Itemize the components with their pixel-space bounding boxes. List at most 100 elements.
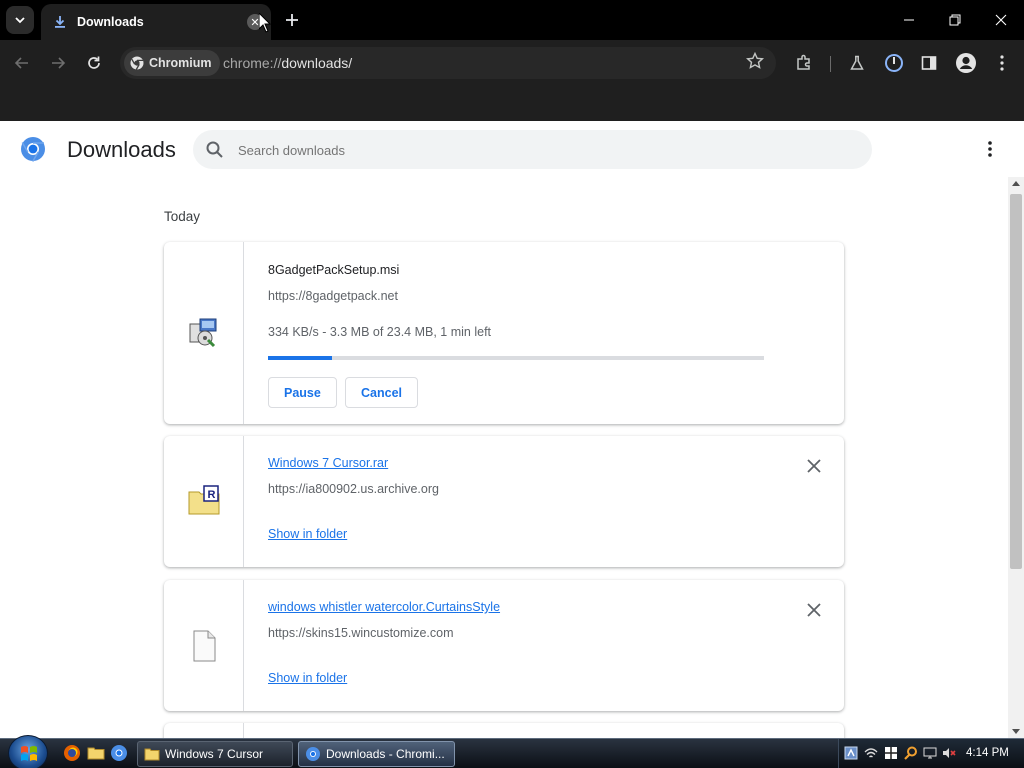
file-icon-column: R xyxy=(164,436,244,567)
search-input[interactable] xyxy=(238,140,838,160)
file-name-link[interactable]: Windows 7 Cursor.rar xyxy=(268,456,388,470)
firefox-icon[interactable] xyxy=(63,744,81,762)
downloads-header: Downloads xyxy=(0,121,1024,177)
svg-text:R: R xyxy=(208,489,216,501)
browser-toolbar: Chromium chrome://downloads/ xyxy=(0,40,1024,86)
page-scrollbar[interactable] xyxy=(1008,177,1024,738)
chromium-icon[interactable] xyxy=(110,744,128,762)
close-icon xyxy=(995,14,1007,26)
avatar-icon xyxy=(956,53,976,73)
chevron-down-icon xyxy=(15,17,25,24)
file-icon-column xyxy=(164,242,244,424)
windows-logo-icon xyxy=(21,746,37,761)
new-tab-button[interactable] xyxy=(280,8,304,32)
download-progress-fill xyxy=(268,356,333,360)
scrollbar-thumb[interactable] xyxy=(1010,194,1022,569)
extensions-button[interactable] xyxy=(792,51,816,75)
address-bar[interactable]: Chromium chrome://downloads/ xyxy=(120,47,776,79)
file-icon-column xyxy=(164,580,244,711)
download-item: 8GadgetPackSetup.msi https://8gadgetpack… xyxy=(164,242,844,424)
page-title: Downloads xyxy=(67,137,176,162)
url-text[interactable]: chrome://downloads/ xyxy=(223,55,352,71)
side-panel-icon xyxy=(921,56,937,70)
minimize-button[interactable] xyxy=(886,0,932,40)
taskbar-item-label: Windows 7 Cursor xyxy=(165,747,264,761)
remove-item-close-icon[interactable] xyxy=(806,602,822,618)
installer-file-icon xyxy=(189,318,217,348)
restore-icon xyxy=(949,14,961,26)
kebab-menu-icon xyxy=(1000,55,1004,71)
download-progress-bar xyxy=(268,356,764,360)
tab-search-button[interactable] xyxy=(6,6,34,34)
file-name-link[interactable]: windows whistler watercolor.CurtainsStyl… xyxy=(268,600,500,614)
site-info-chip[interactable]: Chromium xyxy=(124,50,220,76)
tab-strip: Downloads ✕ xyxy=(0,0,1024,40)
folder-icon xyxy=(144,748,160,761)
cancel-button[interactable]: Cancel xyxy=(345,377,418,408)
tray-app-icon[interactable] xyxy=(844,746,858,760)
chromium-logo-icon xyxy=(130,56,144,70)
show-in-folder-link[interactable]: Show in folder xyxy=(268,671,347,685)
download-icon xyxy=(53,15,67,29)
profile-button[interactable] xyxy=(954,51,978,75)
bookmark-bar xyxy=(0,86,1024,121)
taskbar-item-explorer[interactable]: Windows 7 Cursor xyxy=(137,741,293,767)
close-window-button[interactable] xyxy=(978,0,1024,40)
show-in-folder-link[interactable]: Show in folder xyxy=(268,527,347,541)
more-actions-button[interactable] xyxy=(980,137,1000,161)
network-icon[interactable] xyxy=(864,746,878,760)
arrow-right-icon xyxy=(52,57,66,69)
volume-muted-icon[interactable] xyxy=(942,746,956,760)
arrow-left-icon xyxy=(14,57,28,69)
download-item: R Windows 7 Cursor.rar https://ia800902.… xyxy=(164,436,844,567)
site-chip-label: Chromium xyxy=(149,56,212,70)
file-source-url[interactable]: https://ia800902.us.archive.org xyxy=(268,482,439,496)
tab-downloads[interactable]: Downloads ✕ xyxy=(41,4,271,40)
rar-archive-icon: R xyxy=(188,485,220,515)
monitor-icon[interactable] xyxy=(923,746,937,760)
taskbar-item-label: Downloads - Chromi... xyxy=(326,747,445,761)
back-button[interactable] xyxy=(10,51,34,75)
remove-item-close-icon[interactable] xyxy=(806,458,822,474)
restore-button[interactable] xyxy=(932,0,978,40)
reload-icon xyxy=(88,56,100,69)
toolbar-divider xyxy=(830,56,831,72)
pause-button[interactable]: Pause xyxy=(268,377,337,408)
start-button[interactable] xyxy=(8,735,48,768)
reload-button[interactable] xyxy=(82,51,106,75)
chromium-icon xyxy=(306,747,320,761)
minimize-icon xyxy=(904,19,914,21)
generic-file-icon xyxy=(193,630,216,662)
kebab-menu-icon xyxy=(988,141,992,157)
scroll-up-arrow-icon[interactable] xyxy=(1012,181,1020,186)
search-box[interactable] xyxy=(193,130,872,169)
extension-badge-icon xyxy=(885,54,903,72)
mouse-cursor-icon xyxy=(259,13,271,33)
extension-button[interactable] xyxy=(882,51,906,75)
file-source-url[interactable]: https://skins15.wincustomize.com xyxy=(268,626,454,640)
flask-icon xyxy=(850,55,864,70)
download-item: windows whistler watercolor.CurtainsStyl… xyxy=(164,580,844,711)
system-tray: 4:14 PM xyxy=(838,739,1024,768)
labs-button[interactable] xyxy=(845,51,869,75)
security-center-icon[interactable] xyxy=(884,746,898,760)
download-status: 334 KB/s - 3.3 MB of 23.4 MB, 1 min left xyxy=(268,325,492,339)
puzzle-icon xyxy=(797,54,810,70)
plus-icon xyxy=(286,14,298,26)
date-heading: Today xyxy=(164,209,201,224)
browser-menu-button[interactable] xyxy=(990,51,1014,75)
side-panel-button[interactable] xyxy=(917,51,941,75)
tab-title: Downloads xyxy=(77,15,144,29)
taskbar-clock[interactable]: 4:14 PM xyxy=(966,747,1009,759)
forward-button[interactable] xyxy=(46,51,70,75)
folder-icon[interactable] xyxy=(87,744,105,762)
file-name: 8GadgetPackSetup.msi xyxy=(268,263,400,277)
chromium-logo-icon xyxy=(21,137,45,162)
bookmark-star-icon[interactable] xyxy=(745,51,765,75)
taskbar-item-chromium[interactable]: Downloads - Chromi... xyxy=(298,741,455,767)
file-source-url[interactable]: https://8gadgetpack.net xyxy=(268,289,398,303)
search-tray-icon[interactable] xyxy=(904,746,918,760)
windows-taskbar: Windows 7 Cursor Downloads - Chromi... 4… xyxy=(0,735,1024,768)
search-icon xyxy=(206,141,223,158)
scroll-down-arrow-icon[interactable] xyxy=(1012,729,1020,734)
